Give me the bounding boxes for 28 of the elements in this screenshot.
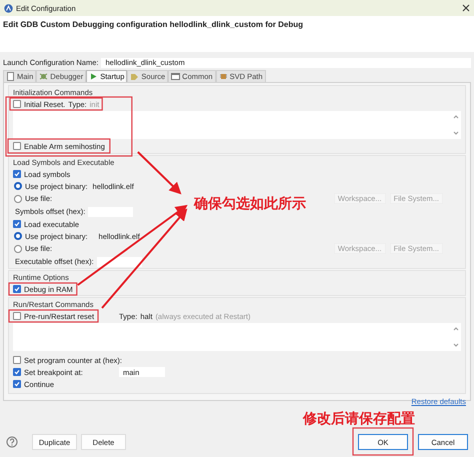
radio-button[interactable] <box>14 244 22 252</box>
checkbox[interactable] <box>13 380 21 388</box>
window-icon <box>171 72 180 81</box>
checkbox[interactable] <box>13 100 21 108</box>
scroll-arrows-icon <box>453 114 459 136</box>
app-logo-icon <box>4 4 13 12</box>
dialog-heading: Edit GDB Custom Debugging configuration hellodlink_dlink_custom for Debug <box>3 20 304 30</box>
highlight-frame <box>8 282 78 296</box>
checkbox[interactable] <box>13 312 21 320</box>
checkbox[interactable] <box>13 285 21 293</box>
annotation-text: 修改后请保存配置 <box>303 411 415 425</box>
bug-icon <box>39 72 48 81</box>
radio-button[interactable] <box>14 194 22 202</box>
annotation-text: 确保勾选如此所示 <box>194 196 306 210</box>
checkbox[interactable] <box>13 356 21 364</box>
scroll-arrows-icon <box>453 326 459 348</box>
checkbox[interactable] <box>13 142 21 150</box>
offset-field[interactable] <box>96 256 142 266</box>
chip-icon <box>218 72 228 81</box>
checkbox[interactable] <box>13 170 21 178</box>
highlight-frame <box>352 427 414 456</box>
annotation-arrow <box>137 151 182 194</box>
help-icon[interactable] <box>6 436 18 448</box>
checkbox[interactable] <box>13 368 21 376</box>
checkbox[interactable] <box>13 220 21 228</box>
radio-button[interactable] <box>14 182 22 190</box>
radio-button[interactable] <box>14 232 22 240</box>
close-icon[interactable] <box>462 4 470 12</box>
